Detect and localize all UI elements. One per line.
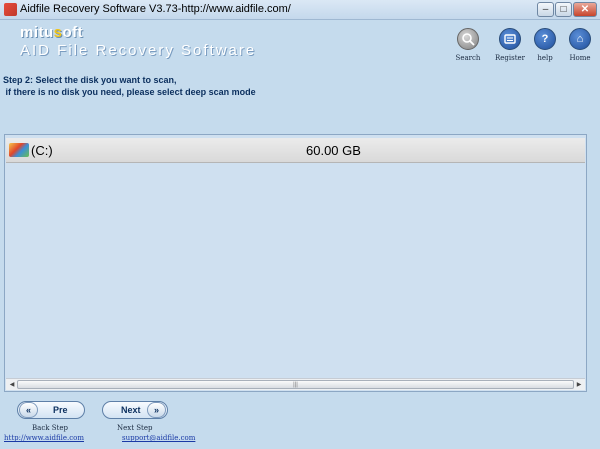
maximize-button[interactable]: □ (555, 2, 572, 17)
question-icon: ? (534, 28, 556, 50)
chevron-left-icon: « (19, 402, 38, 418)
logo-text-accent: s (53, 24, 63, 41)
brand-logo: mitusoft (20, 24, 83, 41)
next-button[interactable]: Next » (102, 401, 168, 419)
register-icon (499, 28, 521, 50)
support-email-link[interactable]: support@aidfile.com (122, 434, 195, 442)
home-label: Home (569, 54, 591, 62)
scrollbar-grip: ||| (293, 382, 298, 388)
disk-size: 60.00 GB (306, 143, 361, 158)
search-button[interactable]: Search (448, 28, 488, 62)
product-subtitle: AID File Recovery Software (20, 42, 257, 59)
logo-text-suffix: oft (62, 24, 84, 41)
register-button[interactable]: Register (490, 28, 530, 62)
step-instructions: Step 2: Select the disk you want to scan… (3, 74, 256, 98)
search-label: Search (455, 54, 481, 62)
disk-row[interactable]: (C:) 60.00 GB (6, 138, 585, 163)
next-label: Next (121, 405, 141, 415)
step-instruction-line-1: Step 2: Select the disk you want to scan… (3, 75, 177, 85)
minimize-button[interactable]: – (537, 2, 554, 17)
help-button[interactable]: ? help (525, 28, 565, 62)
drive-icon (9, 143, 29, 157)
website-link[interactable]: http://www.aidfile.com (4, 434, 84, 442)
next-step-caption: Next Step (117, 424, 153, 432)
scroll-right-icon[interactable]: ▶ (574, 380, 584, 390)
step-instruction-line-2: if there is no disk you need, please sel… (3, 87, 256, 97)
prev-button[interactable]: « Pre (17, 401, 85, 419)
close-button[interactable]: ✕ (573, 2, 597, 17)
scrollbar-thumb[interactable]: ||| (17, 380, 574, 389)
logo-text-prefix: mitu (20, 24, 54, 41)
register-label: Register (494, 54, 526, 62)
app-icon (4, 3, 17, 16)
prev-label: Pre (53, 405, 68, 415)
back-step-caption: Back Step (32, 424, 68, 432)
scroll-left-icon[interactable]: ◀ (7, 380, 17, 390)
title-bar: Aidfile Recovery Software V3.73-http://w… (0, 0, 600, 20)
home-button[interactable]: ⌂ Home (560, 28, 600, 62)
chevron-right-icon: » (147, 402, 166, 418)
disk-name: (C:) (31, 143, 53, 158)
home-icon: ⌂ (569, 28, 591, 50)
help-label: help (537, 54, 553, 62)
disk-list-panel: (C:) 60.00 GB ◀ ||| ▶ (4, 134, 587, 392)
horizontal-scrollbar[interactable]: ◀ ||| ▶ (6, 378, 585, 390)
magnifier-icon (457, 28, 479, 50)
window-title: Aidfile Recovery Software V3.73-http://w… (20, 3, 291, 15)
